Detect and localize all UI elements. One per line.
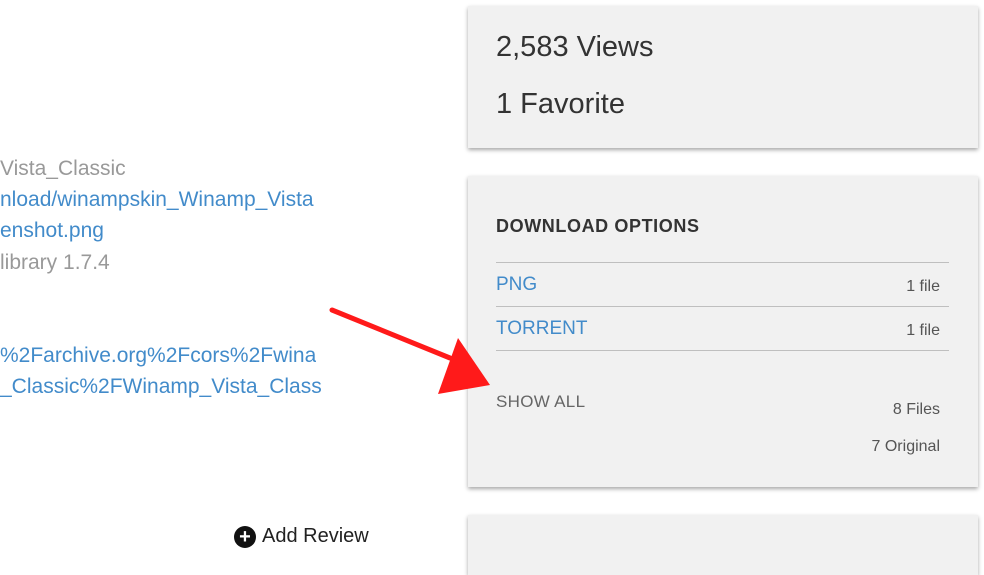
annotation-arrow-icon: [329, 307, 490, 394]
